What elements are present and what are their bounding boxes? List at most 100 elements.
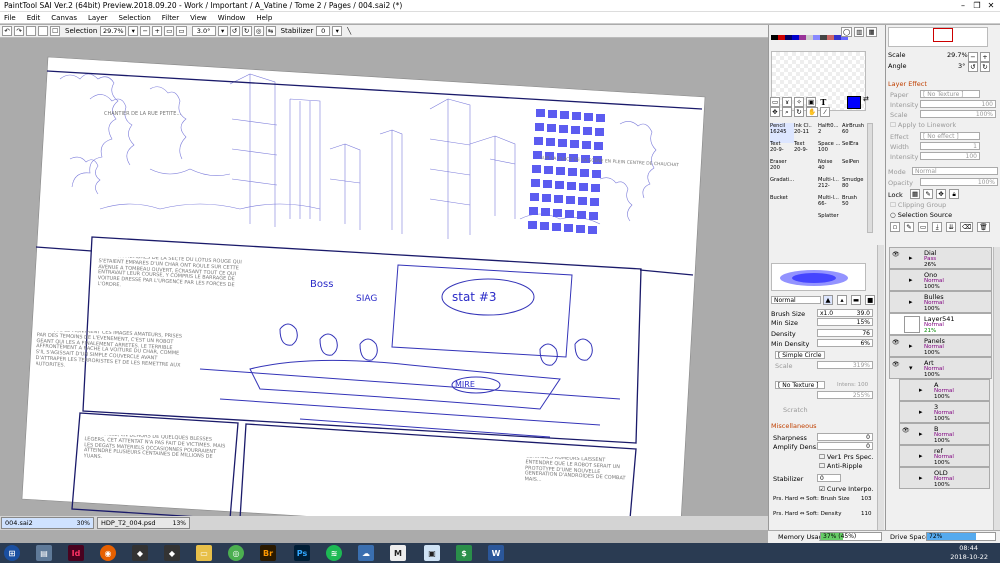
app2-icon[interactable]: ◆	[164, 545, 180, 561]
brush-slot-16[interactable]: Smudge 80	[842, 177, 866, 197]
eye-icon[interactable]	[892, 295, 902, 309]
eye-icon[interactable]: 👁︎	[892, 361, 902, 375]
layer-item-layer541[interactable]: Layer541 Normal 21%	[889, 313, 992, 335]
paper-intensity-slider[interactable]: 100	[920, 100, 996, 108]
shape-scale-slider[interactable]: 319%	[817, 361, 873, 369]
min-density-slider[interactable]: 6%	[817, 339, 873, 347]
folder-expand-icon[interactable]: ▸	[919, 474, 923, 482]
bridge-icon[interactable]: Br	[260, 545, 276, 561]
brush-slot-1[interactable]: Pencil 16245	[770, 123, 794, 143]
lock-draw-icon[interactable]: ✎	[923, 189, 934, 199]
layer-item-panels[interactable]: 👁︎ ▸ Panels Normal 100%	[889, 335, 992, 357]
folder-icon[interactable]: ▭	[196, 545, 212, 561]
flip-icon[interactable]: ⇆	[265, 26, 276, 36]
brush-slot-6[interactable]: Text 20-9-	[794, 141, 818, 161]
opacity-slider[interactable]: 100%	[920, 178, 998, 186]
lasso-icon[interactable]: ɤ	[782, 97, 793, 107]
eye-icon[interactable]	[902, 405, 912, 419]
brush-slot-5[interactable]: Text 20-9-	[770, 141, 794, 161]
eye-icon[interactable]: 👁︎	[902, 427, 912, 441]
eye-icon[interactable]: 👁︎	[892, 251, 902, 265]
selection-source-checkbox[interactable]: ○ Selection Source	[890, 211, 952, 219]
stabilizer-dropdown-icon[interactable]: ▾	[332, 26, 343, 36]
chrome-icon[interactable]: ◎	[228, 545, 244, 561]
curve-interp-checkbox[interactable]: ☑ Curve Interpo.	[819, 485, 873, 493]
clear-layer-icon[interactable]: ⌫	[960, 222, 974, 232]
brush-grid-scrollbar[interactable]	[867, 123, 873, 233]
rotate-left-icon[interactable]: ↺	[229, 26, 240, 36]
shape-hard-icon[interactable]: ■	[865, 295, 876, 305]
eyedropper-icon[interactable]: ⁄	[820, 107, 831, 117]
brush-slot-12[interactable]: SelPen	[842, 159, 866, 179]
start-button-icon[interactable]: ⊞	[4, 545, 20, 561]
brush-slot-15[interactable]: Multi-l... 212-	[818, 177, 842, 197]
brush-slot-2[interactable]: Ink Cl.. 20-11	[794, 123, 818, 143]
menu-edit[interactable]: Edit	[27, 12, 41, 23]
eye-icon[interactable]	[902, 383, 912, 397]
eye-icon[interactable]	[892, 317, 902, 331]
brush-texture-select[interactable]: [ No Texture ]	[775, 381, 825, 389]
lock-transparency-icon[interactable]: ▦	[910, 189, 921, 199]
stabilizer-field[interactable]: 0	[316, 26, 331, 36]
brush-slot-4[interactable]: AirBrush 60	[842, 123, 866, 143]
zoom-dropdown-icon[interactable]: ▾	[128, 26, 139, 36]
paper-scale-slider[interactable]: 100%	[920, 110, 996, 118]
folder-expand-icon[interactable]: ▸	[919, 452, 923, 460]
new-layer-icon[interactable]: ▫	[890, 222, 900, 232]
rotate-right-icon[interactable]: ↻	[241, 26, 252, 36]
layer-item-b[interactable]: 👁︎ ▸ B Normal 100%	[899, 423, 990, 445]
magic-wand-icon[interactable]: ✧	[794, 97, 805, 107]
photoshop-icon[interactable]: Ps	[294, 545, 310, 561]
cloud-app-icon[interactable]: ☁	[358, 545, 374, 561]
color-wheel-icon[interactable]: ◯	[841, 27, 853, 37]
color-hsv-icon[interactable]: ▦	[866, 27, 877, 37]
folder-expand-icon[interactable]: ▸	[919, 408, 923, 416]
apply-effect-icon[interactable]: ⇊	[946, 222, 957, 232]
layer-item-3[interactable]: ▸ 3 Normal 100%	[899, 401, 990, 423]
mode-select[interactable]: Normal	[912, 167, 998, 175]
swap-colors-icon[interactable]: ⇄	[863, 95, 869, 103]
tab-document-2[interactable]: HDP_T2_004.psd 13%	[97, 517, 190, 529]
explorer-icon[interactable]: ▤	[36, 545, 52, 561]
shape-round-icon[interactable]: ▲	[823, 295, 833, 305]
indesign-icon[interactable]: Id	[68, 545, 84, 561]
folder-collapse-icon[interactable]: ▾	[909, 364, 913, 372]
brush-slot-11[interactable]: Noise 40	[818, 159, 842, 179]
nav-rotate-right-icon[interactable]: ↻	[980, 62, 990, 72]
eye-icon[interactable]	[902, 449, 912, 463]
brush-slot-17[interactable]: Bucket	[770, 195, 794, 215]
folder-expand-icon[interactable]: ▸	[919, 386, 923, 394]
rotation-field[interactable]: 3.0°	[191, 26, 216, 36]
scratch-checkbox[interactable]: Scratch	[783, 406, 808, 414]
nav-zoom-in-icon[interactable]: +	[980, 52, 990, 62]
density-slider[interactable]: 76	[817, 329, 873, 337]
layer-item-ref[interactable]: ▸ ref Normal 100%	[899, 445, 990, 467]
zoom-in-icon[interactable]: +	[152, 26, 163, 36]
line-tool-icon[interactable]: ╲	[344, 26, 354, 36]
rotation-dropdown-icon[interactable]: ▾	[217, 26, 228, 36]
painttool-sai-icon[interactable]: ▣	[424, 545, 440, 561]
redo-icon[interactable]: ↷	[14, 26, 24, 36]
spotify-icon[interactable]: ≋	[326, 545, 342, 561]
blend-mode-select[interactable]: Normal	[771, 296, 821, 304]
brush-slot-7[interactable]: Space ... 100	[818, 141, 842, 161]
clipping-group-checkbox[interactable]: ☐ Clipping Group	[890, 201, 946, 209]
m-app-icon[interactable]: M	[390, 545, 406, 561]
eye-icon[interactable]	[902, 471, 912, 485]
menu-layer[interactable]: Layer	[88, 12, 108, 23]
brush-slot-20[interactable]: Brush 50	[842, 195, 866, 215]
layer-item-bulles[interactable]: ▸ Bulles Normal 100%	[889, 291, 992, 313]
zoom-out-icon[interactable]: −	[140, 26, 151, 36]
eye-icon[interactable]: 👁︎	[892, 339, 902, 353]
menu-help[interactable]: Help	[256, 12, 272, 23]
tab-document-1[interactable]: 004.sai2 30%	[1, 517, 94, 529]
firefox-icon[interactable]: ◉	[100, 545, 116, 561]
menu-file[interactable]: File	[4, 12, 16, 23]
close-icon[interactable]: ✕	[984, 0, 998, 11]
maximize-icon[interactable]: ❐	[970, 0, 984, 11]
layer-list-scrollbar[interactable]	[993, 247, 1000, 530]
canvas-area[interactable]: CHANTIER DE LA RUE PETITE... SUR LA PLAC…	[0, 39, 768, 516]
layer-item-ono[interactable]: ▸ Ono Normal 100%	[889, 269, 992, 291]
primary-color-swatch[interactable]	[847, 96, 861, 109]
minimize-icon[interactable]: –	[956, 0, 970, 11]
